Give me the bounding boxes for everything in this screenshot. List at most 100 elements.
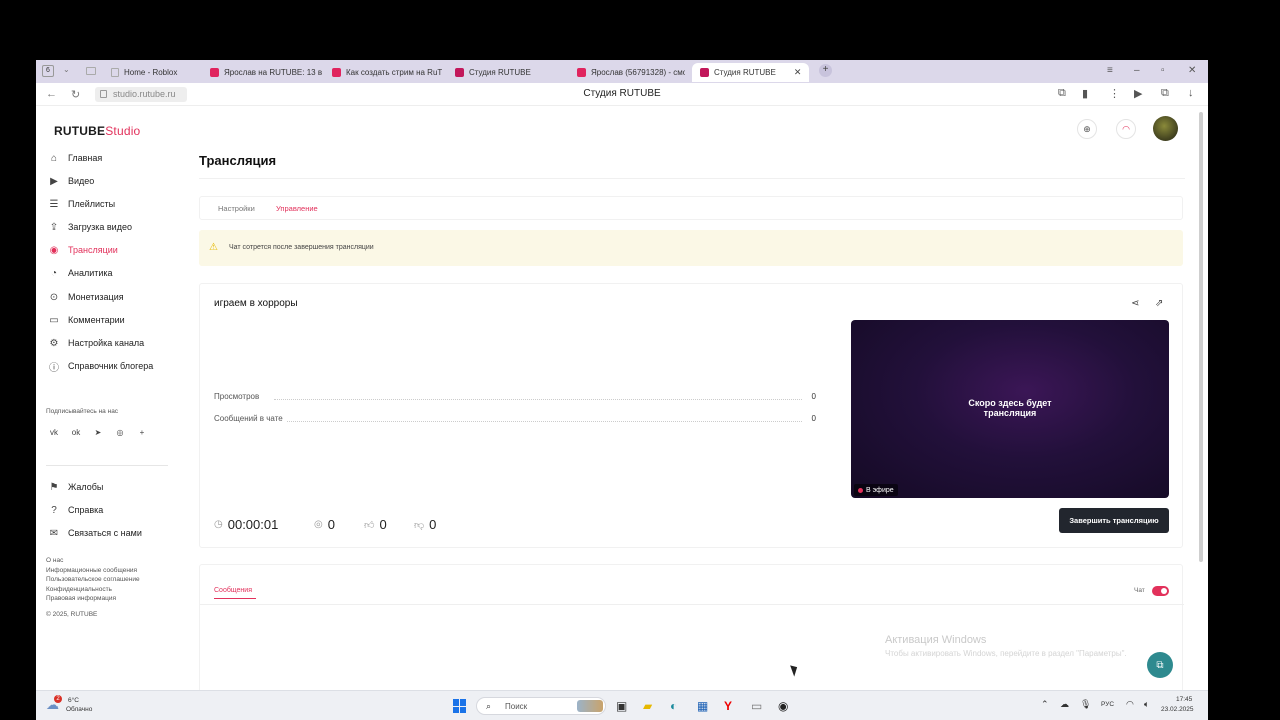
stream-preview[interactable]: Скоро здесь будет трансляция В эфире (851, 320, 1169, 498)
footer-link[interactable]: Конфиденциальность (46, 586, 112, 593)
tab-settings[interactable]: Настройки (218, 204, 255, 213)
close-tab-icon[interactable]: ✕ (794, 67, 802, 78)
start-button[interactable] (453, 699, 467, 713)
home-icon: ⌂ (50, 152, 58, 164)
tab-label: Ярослав (56791328) - смо (591, 68, 685, 77)
rutube-studio-logo[interactable]: RUTUBEStudio (54, 124, 140, 138)
live-badge: В эфире (854, 484, 898, 496)
yandex-browser-icon[interactable]: Y (724, 699, 732, 713)
extensions-icon[interactable]: ⧉ (1161, 87, 1169, 100)
browser-tab-active[interactable]: Студия RUTUBE ✕ (692, 63, 810, 82)
footer-link[interactable]: Правовая информация (46, 595, 116, 602)
more-icon[interactable]: ⋮ (1109, 87, 1120, 100)
chat-toggle[interactable] (1152, 586, 1169, 596)
new-tab-button[interactable]: + (819, 64, 832, 77)
task-view-icon[interactable]: ▣ (616, 699, 627, 713)
logo-studio: Studio (105, 124, 141, 138)
tab-group-icon[interactable] (86, 67, 96, 75)
footer-link[interactable]: Информационные сообщения (46, 567, 137, 574)
stream-timer: ◷ 00:00:01 (214, 517, 278, 532)
tab-list-chevron-icon[interactable]: ⌄ (63, 65, 70, 74)
clock-date[interactable]: 23.02.2025 (1161, 706, 1194, 713)
stat-value: 0 (808, 414, 816, 423)
notifications-button[interactable]: ◠ (1116, 119, 1136, 139)
workspace-badge[interactable]: 6 (42, 65, 54, 77)
browser-tab[interactable]: Как создать стрим на RuT (332, 63, 442, 82)
sidebar-item-label: Жалобы (68, 482, 104, 492)
plus-icon[interactable]: + (136, 428, 148, 437)
tab-messages[interactable]: Сообщения (214, 587, 252, 594)
comments-icon: ▭ (49, 314, 59, 326)
scrollbar-thumb[interactable] (1199, 112, 1203, 562)
studio-favicon-icon (455, 68, 464, 77)
cloud-icon[interactable]: ☁ (1060, 699, 1069, 710)
minimize-icon[interactable]: – (1134, 65, 1140, 76)
download-icon[interactable]: ↓ (1188, 87, 1194, 99)
sidebar-item-monetization[interactable]: ⊙ Монетизация (48, 288, 124, 306)
tray-expand-icon[interactable]: ⌃ (1041, 699, 1049, 710)
sidebar-item-label: Плейлисты (68, 199, 116, 209)
footer-link[interactable]: Пользовательское соглашение (46, 576, 140, 583)
tab-management[interactable]: Управление (276, 204, 318, 213)
bookmark-icon[interactable]: ▮ (1082, 87, 1088, 100)
browser-tab[interactable]: Студия RUTUBE (455, 63, 565, 82)
sidebar-item-channel-settings[interactable]: ⚙ Настройка канала (48, 334, 145, 352)
sidebar-item-contact[interactable]: ✉ Связаться с нами (48, 524, 142, 542)
sidebar-item-playlists[interactable]: ☰ Плейлисты (48, 195, 116, 213)
obs-icon[interactable]: ◉ (778, 699, 788, 713)
restore-icon[interactable]: ▫ (1161, 65, 1165, 76)
edge-icon[interactable]: ◐ (670, 699, 677, 713)
sidebar-item-upload[interactable]: ⇪ Загрузка видео (48, 218, 132, 236)
translate-icon[interactable]: ⧉ (1058, 87, 1066, 100)
dotted-leader (274, 399, 802, 400)
browser-tab[interactable]: Ярослав (56791328) - смо (577, 63, 685, 82)
sidebar-item-home[interactable]: ⌂ Главная (48, 149, 102, 167)
taskbar-search[interactable]: ⌕ Поиск (476, 697, 606, 715)
header-upload-button[interactable]: ⊕ (1077, 119, 1097, 139)
wifi-icon[interactable]: ◠ (1126, 699, 1134, 710)
sidebar-item-label: Главная (68, 153, 103, 163)
vk-icon[interactable]: vk (48, 428, 60, 437)
studio-favicon-icon (700, 68, 709, 77)
footer-link[interactable]: О нас (46, 557, 63, 564)
menu-icon[interactable]: ≡ (1107, 65, 1113, 76)
share-icon[interactable]: ⋖ (1131, 298, 1139, 309)
media-icon[interactable]: ▶ (1134, 87, 1142, 100)
volume-icon[interactable]: 🔈︎ (1144, 699, 1149, 710)
language-indicator[interactable]: РУС (1101, 701, 1114, 708)
avatar[interactable] (1153, 116, 1178, 141)
sidebar-item-label: Связаться с нами (68, 528, 142, 538)
store-icon[interactable]: ▦ (697, 699, 708, 713)
desktop: 6 ⌄ Home - Roblox Ярослав на RUTUBE: 13 … (0, 0, 1280, 720)
browser-tab[interactable]: Ярослав на RUTUBE: 13 в (210, 63, 324, 82)
page-scrollbar[interactable] (1197, 112, 1205, 562)
stat-label: Просмотров (214, 392, 263, 401)
weather-badge: 2 (54, 695, 62, 703)
sidebar-item-broadcasts[interactable]: ◉ Трансляции (48, 241, 118, 259)
clock-time[interactable]: 17:45 (1176, 696, 1192, 703)
mic-icon[interactable]: 🎙︎ (1080, 699, 1091, 710)
sidebar-item-analytics[interactable]: ◔ Аналитика (48, 264, 113, 282)
telegram-icon[interactable]: ➤ (92, 428, 104, 437)
stat-chat-messages: Сообщений в чате 0 (214, 414, 816, 426)
open-external-icon[interactable]: ⇗ (1155, 298, 1163, 309)
stream-card: играем в хорроры ⋖ ⇗ Просмотров 0 Сообще… (199, 283, 1183, 548)
end-stream-button[interactable]: Завершить трансляцию (1059, 508, 1169, 533)
ok-icon[interactable]: ok (70, 428, 82, 437)
dzen-icon[interactable]: ◎ (114, 428, 126, 437)
app-icon[interactable]: ▭ (751, 699, 762, 713)
weather-temp: 6°C (68, 697, 79, 704)
page-title: Трансляция (199, 153, 277, 168)
preview-placeholder: Скоро здесь будет трансляция (851, 398, 1169, 418)
sidebar-item-blogger-guide[interactable]: ⓘ Справочник блогера (48, 357, 153, 375)
sidebar-item-label: Справка (68, 505, 104, 515)
sidebar-item-comments[interactable]: ▭ Комментарии (48, 311, 125, 329)
support-chat-button[interactable]: ⧉ (1147, 652, 1173, 678)
sidebar-item-label: Комментарии (68, 315, 125, 325)
file-explorer-icon[interactable]: ▰ (643, 699, 652, 713)
sidebar-item-help[interactable]: ? Справка (48, 501, 103, 519)
sidebar-item-video[interactable]: ▶ Видео (48, 172, 94, 190)
close-window-icon[interactable]: ✕ (1188, 65, 1196, 76)
sidebar-item-complaints[interactable]: ⚑ Жалобы (48, 478, 104, 496)
windows-taskbar: ☁ 2 6°C Облачно ⌕ Поиск ▣ ▰ ◐ ▦ Y ▭ ◉ ⌃ … (36, 690, 1208, 720)
